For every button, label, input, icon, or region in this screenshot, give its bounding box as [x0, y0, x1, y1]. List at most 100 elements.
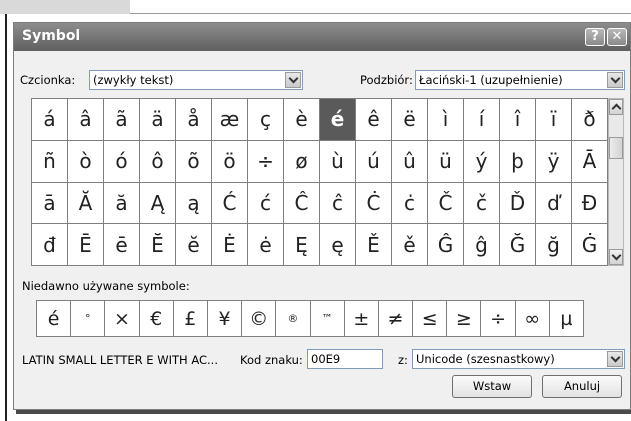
symbol-cell[interactable]: Ă — [68, 182, 104, 225]
symbol-cell[interactable]: é — [320, 99, 356, 141]
symbol-cell[interactable]: ä — [140, 99, 176, 141]
symbol-cell[interactable]: ë — [392, 99, 428, 141]
symbol-cell[interactable]: ē — [104, 224, 140, 266]
font-label: Czcionka: — [20, 73, 76, 87]
recent-symbol-cell[interactable]: × — [105, 301, 140, 337]
recent-symbol-cell[interactable]: ® — [276, 301, 311, 337]
symbol-cell[interactable]: ý — [464, 140, 500, 183]
symbol-cell[interactable]: Ė — [212, 224, 248, 266]
symbol-cell[interactable]: ü — [428, 140, 464, 183]
symbol-cell[interactable]: ė — [248, 224, 284, 266]
from-select[interactable]: Unicode (szesnastkowy) — [412, 349, 625, 369]
symbol-cell[interactable]: ğ — [536, 224, 572, 266]
chevron-down-icon[interactable] — [609, 249, 623, 265]
symbol-cell[interactable]: Ą — [140, 182, 176, 225]
help-button[interactable]: ? — [585, 28, 605, 46]
font-select[interactable]: (zwykły tekst) — [89, 70, 303, 90]
scrollbar-thumb[interactable] — [609, 137, 623, 159]
symbol-cell[interactable]: õ — [176, 140, 212, 183]
symbol-cell[interactable]: û — [392, 140, 428, 183]
symbol-cell[interactable]: đ — [32, 224, 68, 266]
symbol-cell[interactable]: å — [176, 99, 212, 141]
symbol-cell[interactable]: Đ — [572, 182, 608, 225]
recent-symbol-cell[interactable]: ± — [344, 301, 379, 337]
recent-symbol-cell[interactable]: £ — [173, 301, 208, 337]
symbol-cell[interactable]: Ğ — [500, 224, 536, 266]
recent-symbol-cell[interactable]: ≠ — [378, 301, 414, 337]
symbol-cell[interactable]: ĝ — [464, 224, 500, 266]
symbol-cell[interactable]: ě — [392, 224, 428, 266]
symbol-cell[interactable]: ā — [32, 182, 68, 225]
symbol-cell[interactable]: ã — [104, 99, 140, 141]
symbol-cell[interactable]: Ę — [284, 224, 320, 266]
symbol-cell[interactable]: ê — [356, 99, 392, 141]
symbol-cell[interactable]: ö — [212, 140, 248, 183]
recent-symbol-cell[interactable]: ™ — [310, 301, 345, 337]
symbol-cell[interactable]: Ġ — [572, 224, 608, 266]
symbol-cell[interactable]: ą — [176, 182, 212, 225]
symbol-cell[interactable]: ú — [356, 140, 392, 183]
font-select-value: (zwykły tekst) — [93, 73, 174, 87]
symbol-cell[interactable]: ô — [140, 140, 176, 183]
subset-select[interactable]: Łaciński-1 (uzupełnienie) — [415, 70, 625, 90]
symbol-cell[interactable]: ċ — [392, 182, 428, 225]
close-button[interactable]: ✕ — [607, 28, 627, 46]
symbol-cell[interactable]: æ — [212, 99, 248, 141]
symbol-cell[interactable]: ď — [536, 182, 572, 225]
chevron-down-icon[interactable] — [607, 351, 623, 367]
symbol-cell[interactable]: Ċ — [356, 182, 392, 225]
symbol-cell[interactable]: ĕ — [176, 224, 212, 266]
symbol-cell[interactable]: Ć — [212, 182, 248, 225]
recent-symbol-cell[interactable]: é — [37, 301, 72, 337]
recent-symbol-cell[interactable]: ¥ — [207, 301, 243, 337]
from-select-value: Unicode (szesnastkowy) — [416, 352, 555, 366]
recent-symbol-cell[interactable]: © — [242, 301, 277, 337]
symbol-cell[interactable]: Č — [428, 182, 464, 225]
symbol-cell[interactable]: Ĝ — [428, 224, 464, 266]
symbol-cell[interactable]: Ĕ — [140, 224, 176, 266]
symbol-cell[interactable]: Ē — [68, 224, 104, 266]
symbol-cell[interactable]: ì — [428, 99, 464, 141]
recent-symbol-cell[interactable]: ÷ — [481, 301, 516, 337]
symbol-cell[interactable]: Ā — [572, 140, 608, 183]
chevron-down-icon[interactable] — [607, 72, 623, 88]
chevron-up-icon[interactable] — [609, 99, 623, 115]
symbol-cell[interactable]: ó — [104, 140, 140, 183]
recent-symbol-cell[interactable]: ° — [71, 301, 106, 337]
symbol-cell[interactable]: ç — [248, 99, 284, 141]
symbol-cell[interactable]: Ě — [356, 224, 392, 266]
symbol-cell[interactable]: ÿ — [536, 140, 572, 183]
recent-symbol-cell[interactable]: ≤ — [413, 301, 448, 337]
symbol-cell[interactable]: á — [32, 99, 68, 141]
symbol-cell[interactable]: ò — [68, 140, 104, 183]
recent-symbol-cell[interactable]: ∞ — [515, 301, 550, 337]
symbol-cell[interactable]: ñ — [32, 140, 68, 183]
symbol-cell[interactable]: č — [464, 182, 500, 225]
cancel-button[interactable]: Anuluj — [542, 375, 622, 398]
background-border — [5, 14, 7, 421]
symbol-cell[interactable]: ć — [248, 182, 284, 225]
character-name: LATIN SMALL LETTER E WITH AC... — [22, 353, 218, 367]
recent-symbol-cell[interactable]: ≥ — [447, 301, 482, 337]
symbol-cell[interactable]: ð — [572, 99, 608, 141]
symbol-cell[interactable]: Ď — [500, 182, 536, 225]
symbol-cell[interactable]: ø — [284, 140, 320, 183]
symbol-cell[interactable]: î — [500, 99, 536, 141]
symbol-cell[interactable]: è — [284, 99, 320, 141]
symbol-cell[interactable]: ă — [104, 182, 140, 225]
symbol-cell[interactable]: þ — [500, 140, 536, 183]
recent-symbol-cell[interactable]: € — [139, 301, 174, 337]
symbol-cell[interactable]: ÷ — [248, 140, 284, 183]
symbol-cell[interactable]: í — [464, 99, 500, 141]
chevron-down-icon[interactable] — [285, 72, 301, 88]
symbol-cell[interactable]: ĉ — [320, 182, 356, 225]
insert-button[interactable]: Wstaw — [452, 375, 532, 398]
char-code-input[interactable]: 00E9 — [307, 349, 383, 369]
symbol-cell[interactable]: ù — [320, 140, 356, 183]
symbol-cell[interactable]: Ĉ — [284, 182, 320, 225]
symbol-cell[interactable]: â — [68, 99, 104, 141]
symbol-scrollbar[interactable] — [608, 98, 624, 266]
recent-symbol-cell[interactable]: µ — [549, 301, 584, 337]
symbol-cell[interactable]: ï — [536, 99, 572, 141]
symbol-cell[interactable]: ę — [320, 224, 356, 266]
